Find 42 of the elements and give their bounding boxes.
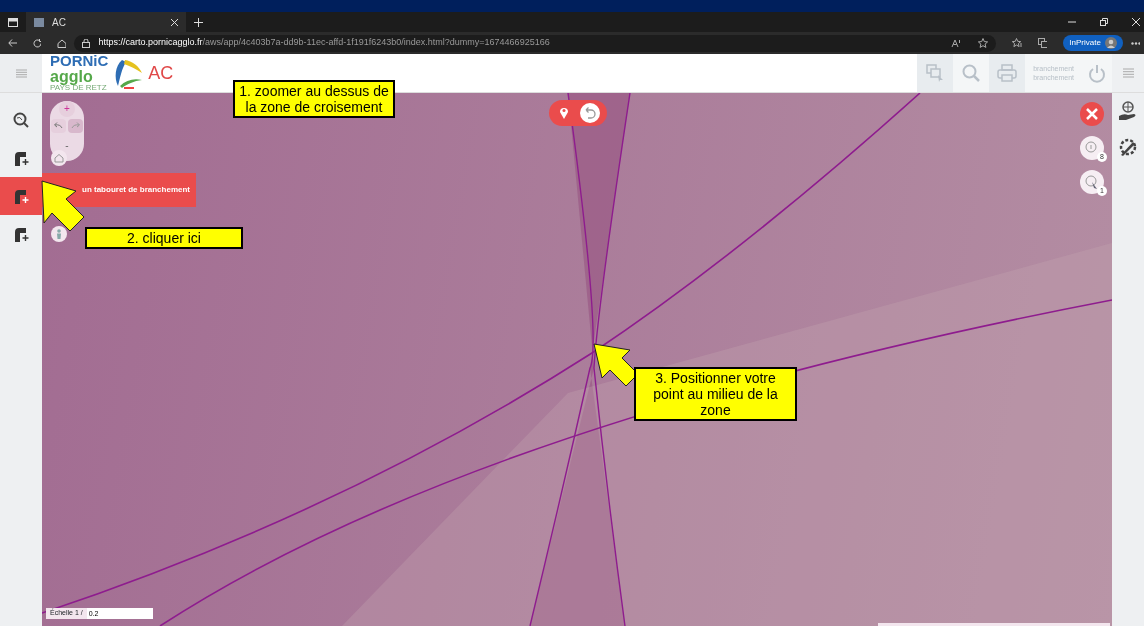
close-icon[interactable] [171, 18, 178, 26]
lock-icon [82, 38, 91, 48]
page-icon [34, 17, 44, 27]
pipe-plus-icon [13, 226, 29, 242]
select-query-button[interactable] [1080, 169, 1104, 194]
info-query-button[interactable] [1080, 135, 1104, 160]
map-pin-icon[interactable] [559, 106, 569, 119]
person-icon[interactable] [51, 226, 67, 242]
search-icon [962, 64, 981, 82]
annotation-callout: 3. Positionner votre point au milieu de la zone [634, 367, 797, 422]
logo-title: PORNiC [50, 54, 109, 69]
gear-pencil-icon[interactable] [1118, 137, 1138, 157]
annotation-callout: 2. cliquer ici [85, 227, 243, 250]
tab-actions-icon[interactable] [8, 17, 18, 27]
close-icon[interactable] [1132, 18, 1140, 26]
inprivate-button[interactable]: InPrivate [1063, 35, 1123, 51]
restore-icon[interactable] [1100, 18, 1108, 26]
annotation-callout: 1. zoomer au dessus de la zone de croisement [233, 80, 395, 119]
logo-subtitle: agglo [50, 68, 94, 84]
crossed-tools-button[interactable] [1080, 101, 1104, 126]
globe-hand-icon[interactable] [1118, 101, 1138, 121]
browser-tab[interactable]: AC [26, 12, 186, 32]
select-layers-icon [926, 64, 945, 82]
tab-title: AC [52, 15, 66, 30]
home-icon[interactable] [57, 38, 67, 48]
new-tab-icon[interactable] [194, 17, 203, 27]
url-text: https://carto.pornicagglo.fr/aws/app/4c403b7a-dd9b-11ec-affd-1f191f6243b0/index.html?dummy=1674466925166 [98, 36, 550, 50]
undo-icon[interactable] [580, 103, 600, 123]
refresh-icon[interactable] [33, 38, 42, 48]
pipe-plus-icon [13, 150, 29, 166]
favorites-icon[interactable] [1012, 38, 1023, 48]
star-icon[interactable] [978, 38, 989, 48]
read-aloud-icon[interactable] [951, 38, 963, 48]
back-icon[interactable] [8, 39, 18, 47]
app-title: AC [148, 61, 174, 85]
pipe-plus-icon [13, 188, 29, 204]
printer-icon [997, 64, 1018, 82]
globe-search-icon [13, 112, 29, 128]
collections-icon[interactable] [1038, 38, 1048, 48]
avatar-icon [1104, 37, 1117, 49]
address-field[interactable]: https://carto.pornicagglo.fr/aws/app/4c403b7a-dd9b-11ec-affd-1f191f6243b0/index.html?dummy=1674466925166 [74, 34, 997, 52]
more-icon[interactable] [1130, 41, 1140, 45]
